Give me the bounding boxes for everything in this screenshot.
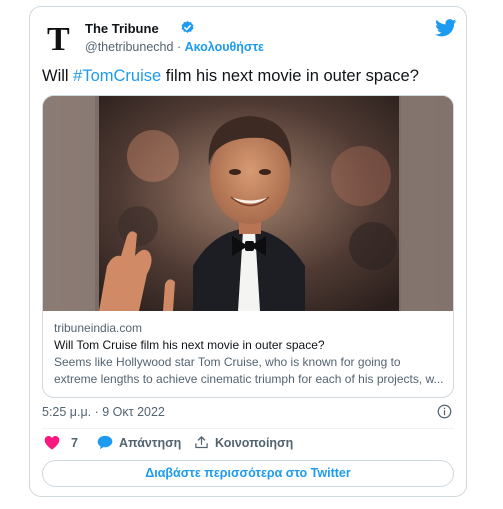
author-handle[interactable]: @thetribunechd (85, 40, 173, 54)
share-icon (195, 436, 208, 449)
link-preview-image (43, 96, 453, 311)
share-label: Κοινοποίηση (215, 435, 294, 450)
like-button[interactable]: 7 (44, 435, 78, 450)
follow-link[interactable]: Ακολουθήστε (185, 40, 264, 54)
info-icon[interactable] (437, 404, 452, 419)
reply-bubble-icon (97, 435, 113, 450)
link-domain: tribuneindia.com (54, 321, 143, 335)
reply-button[interactable]: Απάντηση (97, 435, 181, 450)
twitter-bird-icon[interactable] (435, 19, 457, 37)
like-count: 7 (71, 435, 78, 450)
read-more-on-twitter-button[interactable]: Διαβάστε περισσότερα στο Twitter (42, 460, 454, 487)
share-button[interactable]: Κοινοποίηση (194, 435, 293, 450)
verified-badge-icon (181, 20, 194, 33)
tweet-timestamp[interactable]: 5:25 μ.μ. · 9 Οκτ 2022 (42, 405, 165, 419)
tweet-card: T The Tribune @thetribunechd · Ακολουθήσ… (29, 6, 467, 497)
link-description-line: Seems like Hollywood star Tom Cruise, wh… (54, 355, 401, 369)
separator-dot: · (176, 40, 182, 54)
tom-cruise-photo (43, 96, 453, 311)
reply-label: Απάντηση (119, 435, 182, 450)
link-preview-card[interactable]: tribuneindia.com Will Tom Cruise film hi… (42, 95, 454, 398)
author-name[interactable]: The Tribune (85, 21, 159, 36)
hashtag-link[interactable]: #TomCruise (73, 67, 161, 85)
divider (42, 428, 454, 429)
author-logo[interactable]: T (47, 23, 77, 57)
link-description-line: extreme lengths to achieve cinematic tri… (54, 372, 444, 386)
tweet-text-end: film his next movie in outer space? (161, 67, 419, 85)
tweet-text-start: Will (42, 67, 74, 85)
link-title: Will Tom Cruise film his next movie in o… (54, 338, 325, 352)
heart-icon (44, 435, 60, 450)
tweet-text: Will #TomCruise film his next movie in o… (42, 67, 419, 86)
